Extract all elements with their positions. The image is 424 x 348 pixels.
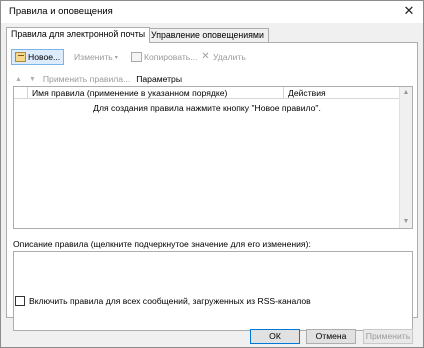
rss-rules-checkbox[interactable] (15, 296, 25, 306)
rules-secondary-toolbar: ▲ ▼ Применить правила... Параметры (15, 73, 315, 85)
title-bar: Правила и оповещения ✕ (1, 1, 423, 23)
delete-rule-button[interactable]: ✕ Удалить (197, 49, 249, 65)
delete-rule-label: Удалить (213, 52, 246, 62)
actions-column-header[interactable]: Действия (285, 87, 400, 99)
new-rule-button[interactable]: Новое... (11, 49, 65, 65)
new-rule-label: Новое... (28, 52, 61, 62)
tab-manage-alerts[interactable]: Управление оповещениями (146, 28, 269, 42)
rule-description-box[interactable] (13, 251, 413, 331)
rss-rules-option[interactable]: Включить правила для всех сообщений, заг… (15, 296, 311, 306)
tab-email-rules-label: Правила для электронной почты (11, 29, 146, 39)
rules-list-empty-text: Для создания правила нажмите кнопку "Нов… (93, 103, 321, 113)
rule-description-label: Описание правила (щелкните подчеркнутое … (13, 239, 311, 249)
scroll-up-icon[interactable]: ▲ (400, 87, 412, 99)
rules-list[interactable]: Имя правила (применение в указанном поря… (13, 86, 413, 229)
ok-button[interactable]: ОК (250, 329, 300, 344)
new-rule-icon (15, 52, 26, 62)
email-rules-panel: Новое... Изменить ▾ Копировать... ✕ Удал… (6, 42, 418, 331)
rules-list-header: Имя правила (применение в указанном поря… (14, 87, 400, 99)
apply-rules-link[interactable]: Применить правила... (43, 74, 130, 84)
tab-manage-alerts-label: Управление оповещениями (151, 30, 264, 40)
copy-icon (131, 52, 142, 62)
tab-strip: Правила для электронной почты Управление… (6, 27, 418, 43)
rules-list-scrollbar[interactable]: ▲ ▼ (399, 87, 412, 228)
delete-icon: ✕ (201, 51, 210, 62)
options-link[interactable]: Параметры (136, 74, 182, 84)
move-down-icon[interactable]: ▼ (29, 76, 36, 83)
checkbox-column-header (14, 87, 28, 99)
rules-alerts-dialog: Правила и оповещения ✕ Правила для элект… (0, 0, 424, 348)
move-up-icon[interactable]: ▲ (15, 76, 22, 83)
chevron-down-icon: ▾ (114, 54, 118, 61)
change-rule-button[interactable]: Изменить ▾ (71, 49, 121, 65)
change-rule-label: Изменить (74, 52, 113, 62)
copy-rule-button[interactable]: Копировать... (128, 49, 200, 65)
rss-rules-label: Включить правила для всех сообщений, заг… (29, 296, 311, 306)
rules-toolbar: Новое... Изменить ▾ Копировать... ✕ Удал… (11, 49, 271, 65)
window-title: Правила и оповещения (9, 6, 113, 17)
cancel-button[interactable]: Отмена (306, 329, 356, 344)
scroll-down-icon[interactable]: ▼ (400, 216, 412, 228)
close-icon[interactable]: ✕ (401, 3, 417, 19)
rule-name-column-header[interactable]: Имя правила (применение в указанном поря… (29, 87, 284, 99)
tab-email-rules[interactable]: Правила для электронной почты (6, 27, 151, 43)
apply-button[interactable]: Применить (363, 329, 413, 344)
copy-rule-label: Копировать... (144, 52, 198, 62)
